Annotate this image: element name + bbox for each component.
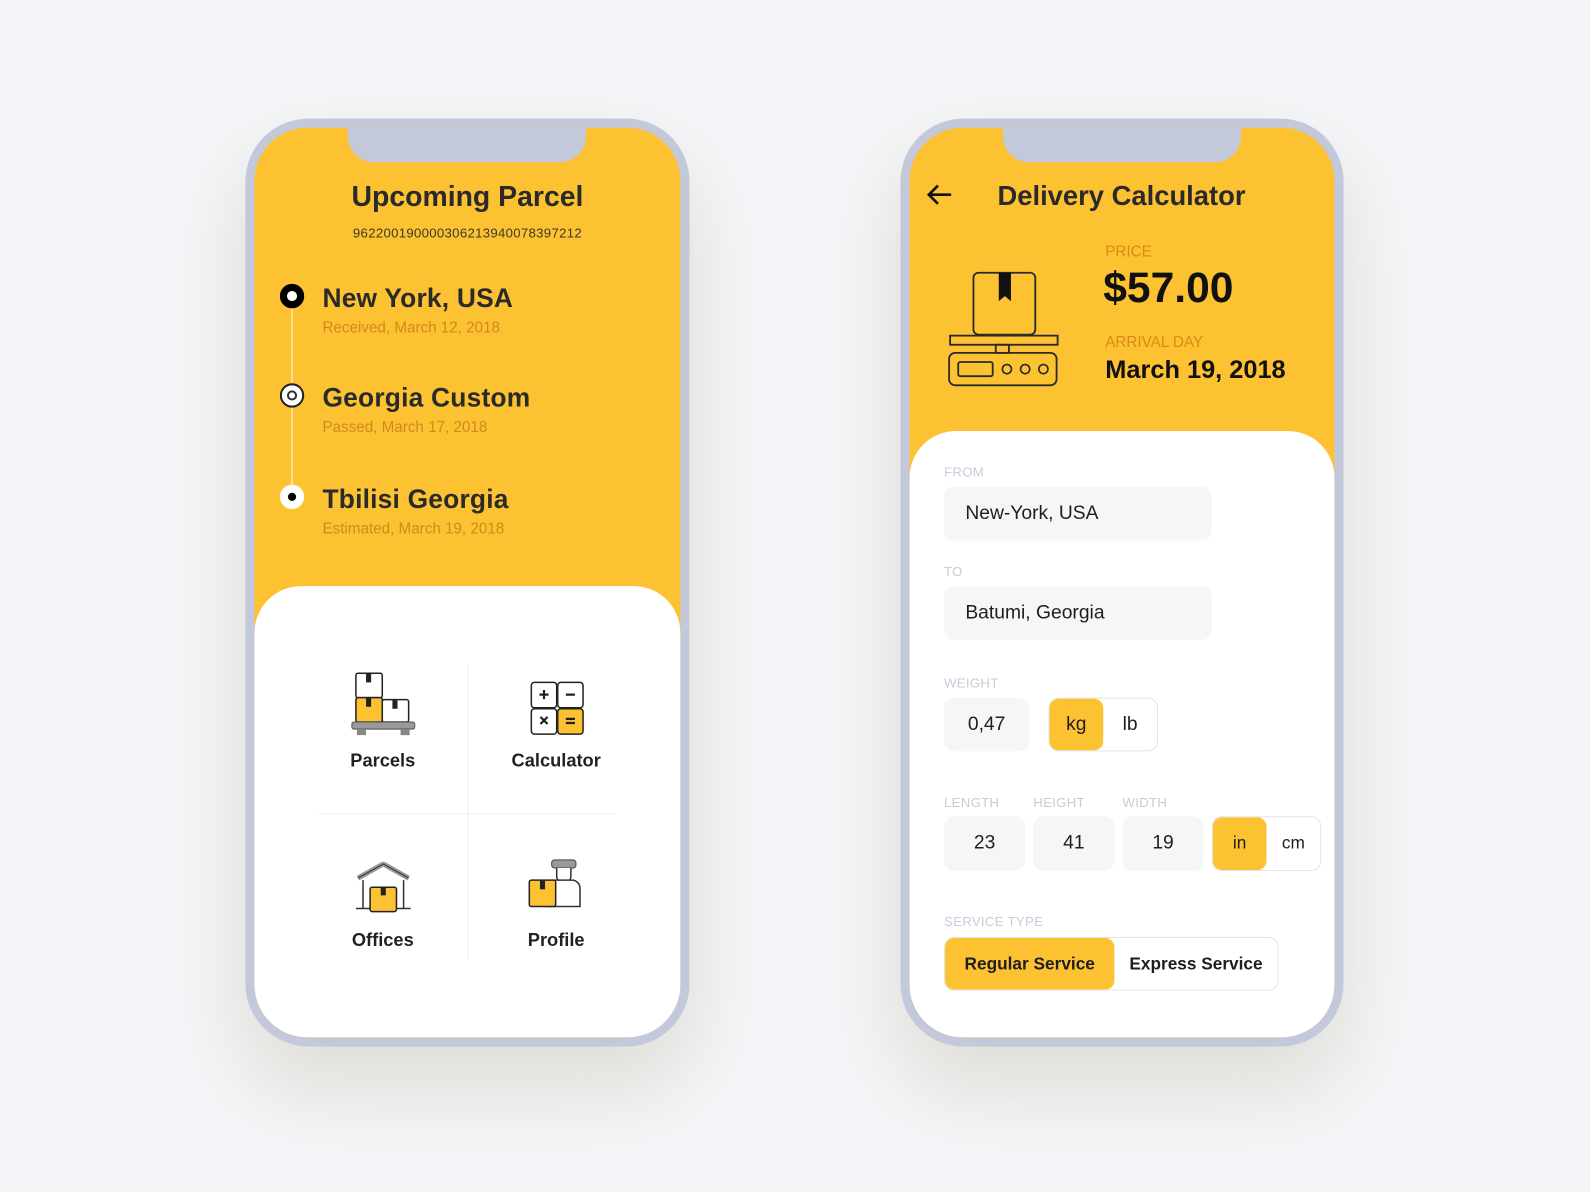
timeline-status: Estimated, March 19, 2018: [322, 520, 505, 538]
menu-item-calculator[interactable]: Calculator: [469, 667, 642, 809]
menu-label: Calculator: [511, 750, 601, 771]
price-label: PRICE: [1105, 243, 1152, 261]
phone-upcoming-parcel: Upcoming Parcel 962200190000306213940078…: [245, 118, 690, 1047]
menu-label: Offices: [351, 929, 414, 951]
unit-lb-option[interactable]: lb: [1103, 699, 1157, 751]
menu-label: Profile: [527, 929, 585, 951]
regular-service-option[interactable]: Regular Service: [945, 937, 1115, 990]
offices-icon: [355, 861, 411, 913]
arrival-value: March 19, 2018: [1105, 355, 1286, 385]
width-label: WIDTH: [1122, 794, 1168, 811]
menu-item-profile[interactable]: Profile: [469, 852, 642, 994]
menu-label: Parcels: [350, 750, 416, 771]
length-label: LENGTH: [944, 794, 1000, 811]
timeline-dot-completed[interactable]: [279, 283, 305, 309]
price-value: $57.00: [1103, 263, 1234, 312]
timeline-dot-estimated[interactable]: [279, 484, 305, 510]
notch: [347, 127, 587, 163]
from-input[interactable]: New-York, USA: [944, 486, 1212, 541]
arrival-label: ARRIVAL DAY: [1105, 333, 1204, 351]
length-value: 23: [973, 832, 996, 854]
unit-in-option[interactable]: in: [1212, 817, 1267, 871]
from-label: FROM: [944, 464, 985, 480]
service-type-label: SERVICE TYPE: [944, 913, 1044, 929]
weight-label: WEIGHT: [944, 675, 999, 691]
to-label: TO: [944, 563, 963, 579]
menu-panel: Parcels Calculator Offices Profile: [254, 586, 681, 1038]
menu-item-offices[interactable]: Offices: [296, 852, 469, 994]
to-input[interactable]: Batumi, Georgia: [944, 586, 1212, 640]
timeline-location: New York, USA: [322, 282, 514, 314]
length-input[interactable]: 23: [944, 816, 1026, 872]
width-input[interactable]: 19: [1122, 816, 1204, 872]
tracking-number: 962200190000306213940078397212: [352, 225, 582, 241]
parcel-scale-icon: [948, 271, 1059, 387]
express-service-option[interactable]: Express Service: [1114, 938, 1277, 990]
divider: [319, 813, 616, 815]
height-value: 41: [1063, 832, 1085, 854]
to-value: Batumi, Georgia: [965, 601, 1105, 624]
unit-cm-option[interactable]: cm: [1266, 817, 1320, 870]
height-label: HEIGHT: [1033, 794, 1085, 811]
timeline-location: Georgia Custom: [322, 382, 531, 413]
phone-delivery-calculator: Delivery Calculator PRICE $57.00 ARRIVAL…: [900, 118, 1344, 1047]
height-input[interactable]: 41: [1033, 816, 1115, 872]
from-value: New-York, USA: [965, 502, 1099, 524]
page-title: Upcoming Parcel: [351, 180, 584, 212]
profile-icon: [528, 859, 581, 908]
notch: [1002, 127, 1242, 163]
weight-input[interactable]: 0,47: [944, 697, 1030, 752]
calculator-icon: [530, 681, 584, 735]
weight-value: 0,47: [967, 713, 1006, 735]
dimension-unit-toggle: in cm: [1211, 816, 1322, 872]
timeline-status: Received, March 12, 2018: [322, 319, 501, 337]
timeline-dot-passed[interactable]: [279, 383, 305, 408]
width-value: 19: [1152, 832, 1174, 854]
screen: Upcoming Parcel 962200190000306213940078…: [254, 127, 681, 1038]
menu-item-parcels[interactable]: Parcels: [296, 667, 469, 809]
service-type-toggle: Regular Service Express Service: [944, 936, 1279, 991]
timeline-location: Tbilisi Georgia: [322, 483, 509, 515]
parcels-icon: [351, 672, 416, 736]
timeline-status: Passed, March 17, 2018: [322, 418, 488, 437]
calculator-form: FROM New-York, USA TO Batumi, Georgia WE…: [909, 430, 1335, 1038]
page-title: Delivery Calculator: [997, 180, 1246, 211]
weight-unit-toggle: kg lb: [1048, 697, 1158, 752]
screen: Delivery Calculator PRICE $57.00 ARRIVAL…: [909, 127, 1335, 1038]
unit-kg-option[interactable]: kg: [1049, 698, 1104, 751]
